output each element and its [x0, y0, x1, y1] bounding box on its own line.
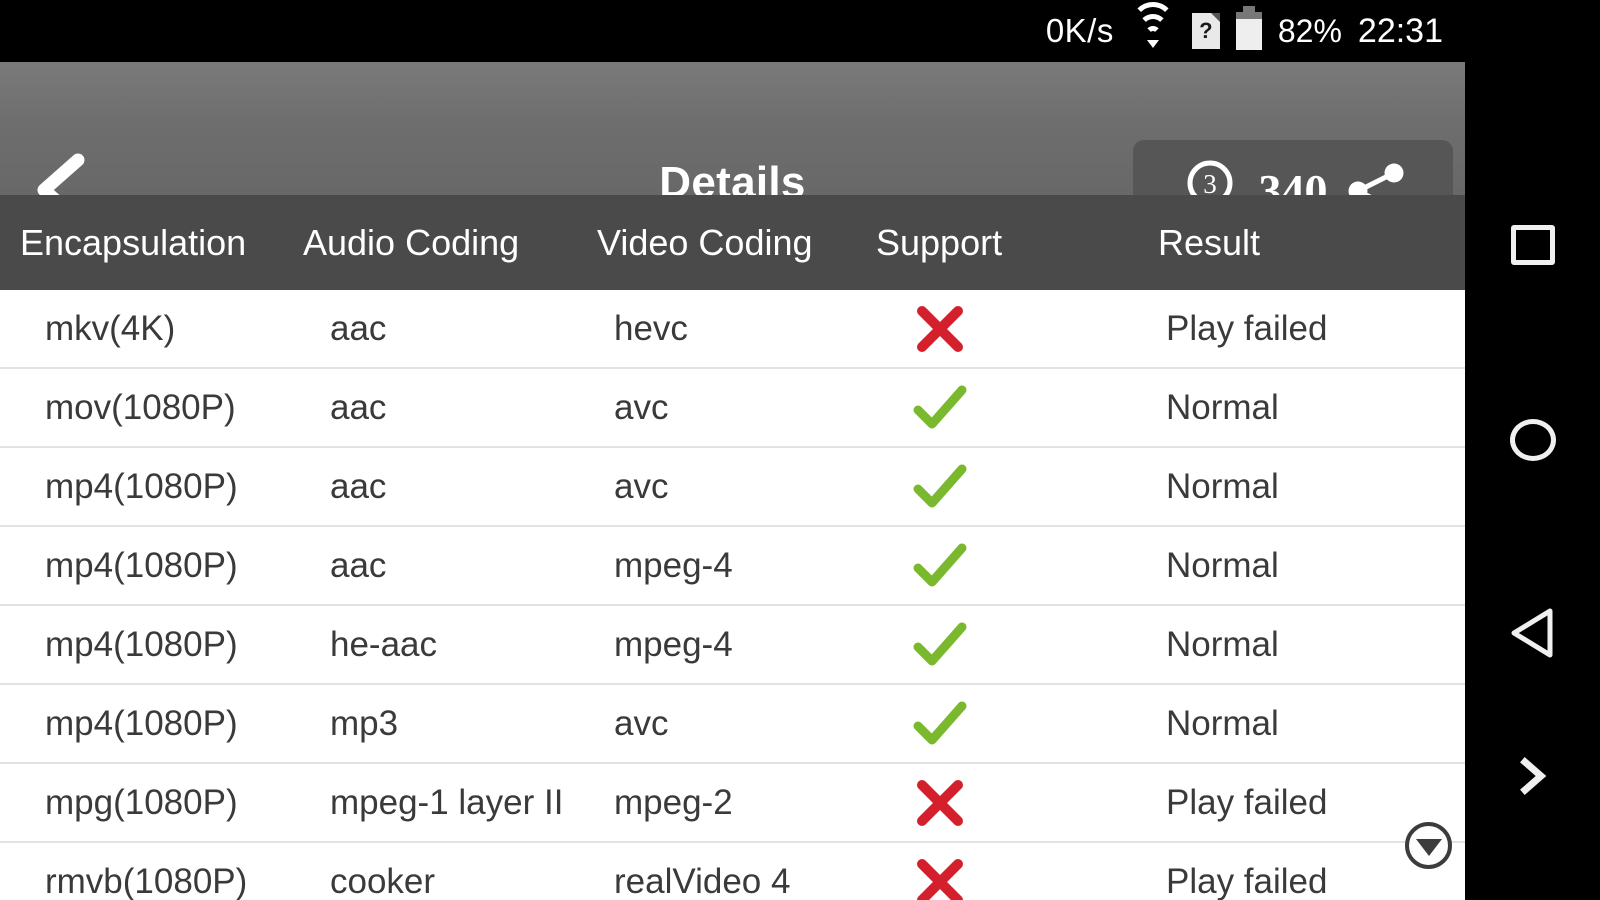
column-header-video-coding: Video Coding — [597, 221, 813, 263]
table-row[interactable]: mp4(1080P) aac mpeg-4 Normal — [0, 527, 1465, 606]
cell-encapsulation: mpg(1080P) — [45, 782, 238, 822]
nav-more-button[interactable] — [1465, 738, 1600, 818]
check-icon — [876, 369, 1126, 446]
cell-video-coding: avc — [614, 703, 669, 743]
column-header-encapsulation: Encapsulation — [20, 221, 247, 263]
cell-audio-coding: aac — [330, 308, 387, 348]
cell-encapsulation: mp4(1080P) — [45, 624, 238, 664]
cell-result: Normal — [1166, 466, 1279, 506]
nav-recents-button[interactable] — [1465, 205, 1600, 285]
cell-audio-coding: aac — [330, 545, 387, 585]
cell-video-coding: mpeg-4 — [614, 624, 733, 664]
cell-result: Normal — [1166, 545, 1279, 585]
cell-video-coding: hevc — [614, 308, 688, 348]
cell-result: Normal — [1166, 703, 1279, 743]
svg-text:3: 3 — [1203, 169, 1217, 199]
cell-video-coding: realVideo 4 — [614, 861, 791, 900]
cell-encapsulation: mp4(1080P) — [45, 466, 238, 506]
table-row[interactable]: mkv(4K) aac hevc Play failed — [0, 290, 1465, 369]
cross-icon — [876, 290, 1126, 367]
cell-encapsulation: mov(1080P) — [45, 387, 236, 427]
table-row[interactable]: mp4(1080P) mp3 avc Normal — [0, 685, 1465, 764]
cell-video-coding: mpeg-4 — [614, 545, 733, 585]
cell-result: Normal — [1166, 387, 1279, 427]
document-question-icon: ? — [1191, 13, 1220, 49]
cross-icon — [876, 764, 1126, 841]
battery-icon — [1235, 12, 1262, 50]
check-icon — [876, 606, 1126, 683]
cell-result: Play failed — [1166, 308, 1328, 348]
clock-label: 22:31 — [1357, 11, 1443, 50]
scroll-down-button[interactable] — [1405, 822, 1452, 869]
cell-result: Normal — [1166, 624, 1279, 664]
cross-icon — [876, 843, 1126, 900]
column-header-result: Result — [1158, 221, 1261, 263]
cell-encapsulation: mp4(1080P) — [45, 703, 238, 743]
cell-encapsulation: mkv(4K) — [45, 308, 176, 348]
chevron-right-icon — [1510, 748, 1556, 809]
cell-encapsulation: rmvb(1080P) — [45, 861, 248, 900]
screen-root: 0K/s ? 82% 22:31 Details 3 340 Encapsula… — [0, 0, 1600, 900]
scroll-down-icon — [1415, 838, 1442, 856]
square-recents-icon — [1510, 225, 1555, 265]
cell-encapsulation: mp4(1080P) — [45, 545, 238, 585]
check-icon — [876, 527, 1126, 604]
circle-home-icon — [1509, 419, 1556, 461]
cell-video-coding: avc — [614, 387, 669, 427]
table-row[interactable]: mpg(1080P) mpeg-1 layer II mpeg-2 Play fail… — [0, 764, 1465, 843]
triangle-back-icon — [1506, 605, 1560, 666]
check-icon — [876, 448, 1126, 525]
cell-audio-coding: aac — [330, 466, 387, 506]
nav-back-button[interactable] — [1465, 595, 1600, 675]
table-row[interactable]: rmvb(1080P) cooker realVideo 4 Play failed — [0, 843, 1465, 900]
cell-audio-coding: mp3 — [330, 703, 399, 743]
device-viewport: 0K/s ? 82% 22:31 Details 3 340 Encapsula… — [0, 0, 1465, 900]
app-bar: Details 3 340 — [0, 62, 1465, 241]
network-speed-label: 0K/s — [1045, 12, 1114, 49]
cell-audio-coding: he-aac — [330, 624, 438, 664]
table-row[interactable]: mp4(1080P) he-aac mpeg-4 Normal — [0, 606, 1465, 685]
cell-video-coding: mpeg-2 — [614, 782, 733, 822]
column-header-support: Support — [876, 221, 1003, 263]
table-row[interactable]: mp4(1080P) aac avc Normal — [0, 448, 1465, 527]
wifi-icon — [1130, 2, 1176, 48]
battery-percent-label: 82% — [1277, 12, 1342, 49]
cell-audio-coding: aac — [330, 387, 387, 427]
cell-audio-coding: cooker — [330, 861, 436, 900]
table-row[interactable]: mov(1080P) aac avc Normal — [0, 369, 1465, 448]
nav-home-button[interactable] — [1465, 400, 1600, 480]
column-header-audio-coding: Audio Coding — [303, 221, 520, 263]
android-navigation-bar — [1465, 0, 1600, 900]
cell-video-coding: avc — [614, 466, 669, 506]
cell-audio-coding: mpeg-1 layer II — [330, 782, 564, 822]
status-bar: 0K/s ? 82% 22:31 — [0, 0, 1465, 62]
table-header-row: Encapsulation Audio Coding Video Coding … — [0, 195, 1465, 290]
table-body[interactable]: mkv(4K) aac hevc Play failed mov(1080P) aac av… — [0, 290, 1465, 900]
check-icon — [876, 685, 1126, 762]
